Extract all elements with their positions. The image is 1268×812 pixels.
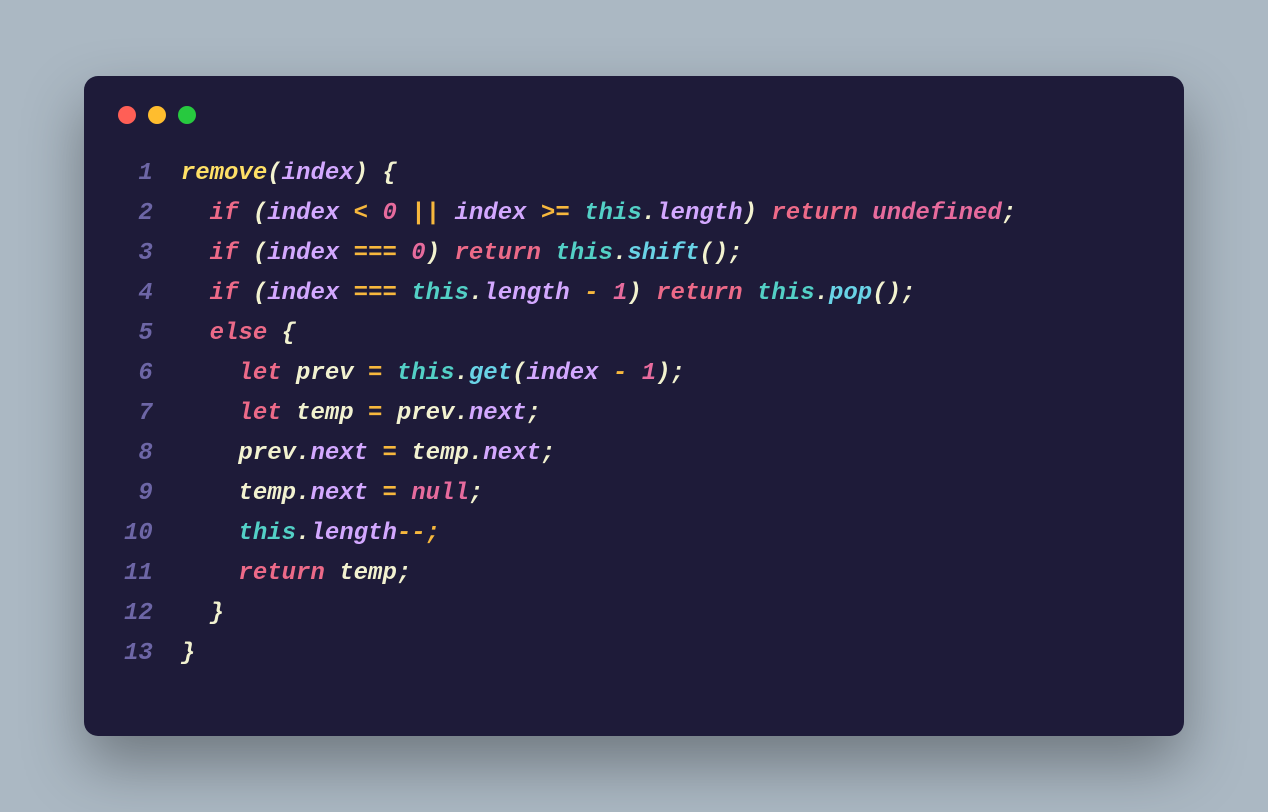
- code-content: }: [181, 634, 1016, 674]
- code-line: 2 if (index < 0 || index >= this.length)…: [124, 194, 1016, 234]
- zoom-icon[interactable]: [178, 106, 196, 124]
- code-content: if (index === 0) return this.shift();: [181, 234, 1016, 274]
- code-line: 10 this.length--;: [124, 514, 1016, 554]
- code-content: if (index < 0 || index >= this.length) r…: [181, 194, 1016, 234]
- line-number: 11: [124, 554, 181, 594]
- code-line: 1 remove(index) {: [124, 154, 1016, 194]
- close-icon[interactable]: [118, 106, 136, 124]
- code-content: }: [181, 594, 1016, 634]
- line-number: 1: [124, 154, 181, 194]
- line-number: 9: [124, 474, 181, 514]
- code-content: return temp;: [181, 554, 1016, 594]
- code-content: let prev = this.get(index - 1);: [181, 354, 1016, 394]
- line-number: 6: [124, 354, 181, 394]
- code-line: 11 return temp;: [124, 554, 1016, 594]
- code-editor-window: 1 remove(index) { 2 if (index < 0 || ind…: [84, 76, 1184, 736]
- code-line: 13 }: [124, 634, 1016, 674]
- code-block[interactable]: 1 remove(index) { 2 if (index < 0 || ind…: [124, 154, 1016, 674]
- code-line: 5 else {: [124, 314, 1016, 354]
- line-number: 7: [124, 394, 181, 434]
- line-number: 10: [124, 514, 181, 554]
- code-line: 3 if (index === 0) return this.shift();: [124, 234, 1016, 274]
- line-number: 4: [124, 274, 181, 314]
- code-content: let temp = prev.next;: [181, 394, 1016, 434]
- minimize-icon[interactable]: [148, 106, 166, 124]
- code-content: this.length--;: [181, 514, 1016, 554]
- code-line: 6 let prev = this.get(index - 1);: [124, 354, 1016, 394]
- code-content: if (index === this.length - 1) return th…: [181, 274, 1016, 314]
- code-line: 8 prev.next = temp.next;: [124, 434, 1016, 474]
- code-content: remove(index) {: [181, 154, 1016, 194]
- line-number: 5: [124, 314, 181, 354]
- code-line: 4 if (index === this.length - 1) return …: [124, 274, 1016, 314]
- code-content: else {: [181, 314, 1016, 354]
- line-number: 12: [124, 594, 181, 634]
- window-traffic-lights: [118, 106, 1144, 124]
- code-content: temp.next = null;: [181, 474, 1016, 514]
- code-content: prev.next = temp.next;: [181, 434, 1016, 474]
- code-line: 7 let temp = prev.next;: [124, 394, 1016, 434]
- code-line: 12 }: [124, 594, 1016, 634]
- line-number: 13: [124, 634, 181, 674]
- line-number: 3: [124, 234, 181, 274]
- line-number: 8: [124, 434, 181, 474]
- line-number: 2: [124, 194, 181, 234]
- code-line: 9 temp.next = null;: [124, 474, 1016, 514]
